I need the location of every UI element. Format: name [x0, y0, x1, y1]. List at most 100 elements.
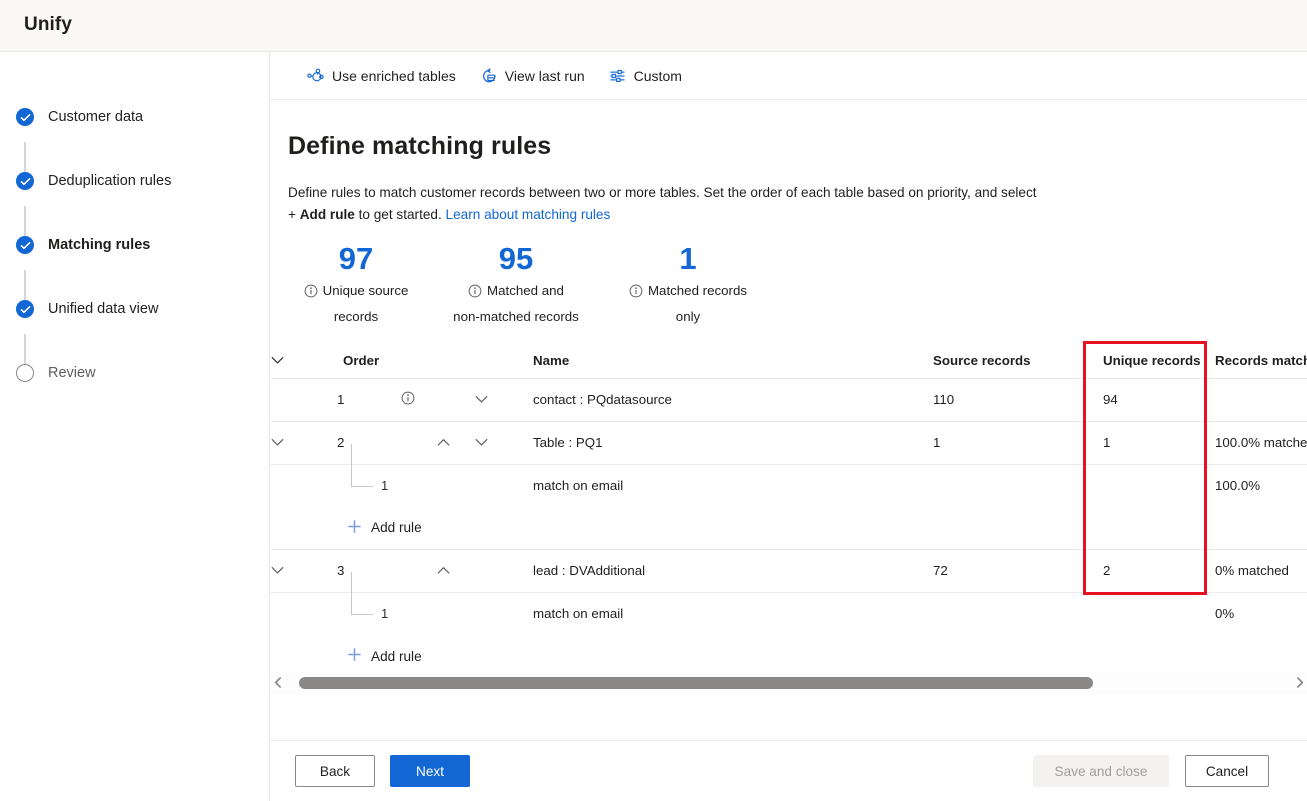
matching-rules-table: Order Name Source records Unique records…: [271, 344, 1307, 677]
add-rule-cell[interactable]: Add rule: [337, 635, 1307, 677]
subrow-order-cell: 1: [337, 571, 437, 635]
info-icon[interactable]: [401, 391, 415, 408]
stat-caption: Matched and: [424, 280, 608, 304]
sidebar-item-label: Matching rules: [48, 237, 151, 253]
chevron-down-icon[interactable]: [271, 438, 284, 447]
row-move-up-cell[interactable]: [437, 549, 475, 592]
check-circle-icon: [16, 236, 34, 254]
plus-icon: [347, 519, 362, 537]
wizard-sidebar: Customer data Deduplication rules Matchi…: [0, 52, 270, 801]
add-rule-button[interactable]: Add rule: [345, 519, 422, 537]
wizard-footer: Back Next Save and close Cancel: [271, 740, 1307, 801]
row-records-matched: 100.0% matched: [1215, 435, 1307, 450]
page-title: Define matching rules: [288, 132, 552, 160]
sidebar-item-deduplication-rules[interactable]: Deduplication rules: [0, 161, 270, 201]
sidebar-item-unified-data-view[interactable]: Unified data view: [0, 289, 270, 329]
chevron-down-icon[interactable]: [271, 566, 284, 575]
column-header-source-records[interactable]: Source records: [933, 344, 1103, 379]
row-unique-records: 94: [1103, 392, 1118, 407]
table-row[interactable]: 1 contact : PQdatasource 110 94: [271, 378, 1307, 421]
sidebar-item-matching-rules[interactable]: Matching rules: [0, 225, 270, 265]
scroll-right-arrow-icon[interactable]: [1293, 676, 1307, 690]
row-expand-cell[interactable]: [271, 549, 337, 592]
app-title: Unify: [24, 14, 72, 35]
sidebar-item-customer-data[interactable]: Customer data: [0, 97, 270, 137]
check-circle-icon: [16, 172, 34, 190]
column-header-spacer-down: [475, 344, 533, 379]
empty-circle-icon: [16, 364, 34, 382]
row-move-down-cell[interactable]: [475, 378, 533, 421]
add-rule-label: Add rule: [371, 520, 422, 536]
subrow-order: 1: [381, 477, 389, 493]
matching-rules-table-scroll-region[interactable]: Order Name Source records Unique records…: [271, 344, 1307, 684]
table-subrow[interactable]: 1 match on email 100.0%: [271, 443, 1307, 507]
subrow-source-records: [933, 464, 1103, 507]
row-name: Table : PQ1: [533, 435, 603, 450]
column-header-name[interactable]: Name: [533, 344, 933, 379]
stat-value: 95: [498, 241, 534, 276]
row-move-up-cell: [437, 378, 475, 421]
subrow-expand-cell: [271, 464, 337, 507]
page-description: Define rules to match customer records b…: [288, 182, 1040, 226]
info-icon[interactable]: [468, 283, 482, 304]
row-expand-cell[interactable]: [271, 421, 337, 464]
stat-matched-records-only: 1 Matched records only: [608, 240, 768, 327]
page-description-bold: Add rule: [299, 207, 355, 222]
cancel-button[interactable]: Cancel: [1185, 755, 1269, 787]
add-rule-button[interactable]: Add rule: [345, 647, 422, 665]
use-enriched-tables-button[interactable]: Use enriched tables: [299, 60, 464, 92]
stat-caption-line2: records: [333, 309, 379, 324]
add-rule-row[interactable]: Add rule: [271, 507, 1307, 550]
column-header-order[interactable]: Order: [337, 344, 437, 379]
horizontal-scrollbar[interactable]: [271, 672, 1307, 694]
back-button[interactable]: Back: [295, 755, 375, 787]
scrollbar-track[interactable]: [285, 677, 1293, 689]
row-info-cell: [401, 421, 437, 464]
subrow-records-matched: 100.0%: [1215, 478, 1261, 494]
wizard-step-list: Customer data Deduplication rules Matchi…: [0, 65, 270, 393]
view-last-run-label: View last run: [504, 67, 585, 84]
row-source-records: 110: [933, 392, 955, 407]
scroll-left-arrow-icon[interactable]: [271, 676, 285, 690]
row-move-down-cell: [475, 549, 533, 592]
stat-caption-line1: Unique source: [322, 283, 409, 298]
chevron-up-icon[interactable]: [437, 438, 450, 447]
scrollbar-thumb[interactable]: [299, 677, 1093, 689]
custom-button[interactable]: Custom: [601, 60, 690, 92]
table-row[interactable]: 2 Table : PQ1 1 1 100.0% matched: [271, 421, 1307, 464]
tree-connector-icon: [351, 443, 373, 487]
sidebar-item-review[interactable]: Review: [0, 353, 270, 393]
subrow-name: match on email: [533, 606, 624, 622]
chevron-down-icon[interactable]: [475, 395, 488, 404]
row-info-cell[interactable]: [401, 378, 437, 421]
subrow-spacer: [437, 464, 475, 507]
chevron-up-icon[interactable]: [437, 566, 450, 575]
learn-about-matching-rules-link[interactable]: Learn about matching rules: [446, 207, 611, 222]
subrow-source-records: [933, 592, 1103, 635]
expand-all-header[interactable]: [271, 344, 337, 379]
column-header-unique-records[interactable]: Unique records: [1103, 344, 1215, 379]
stat-matched-and-non-matched-records: 95 Matched and non-matched records: [424, 240, 608, 327]
add-rule-cell[interactable]: Add rule: [337, 507, 1307, 550]
chevron-down-icon[interactable]: [475, 438, 488, 447]
row-move-down-cell[interactable]: [475, 421, 533, 464]
row-name: contact : PQdatasource: [533, 392, 672, 407]
info-icon[interactable]: [304, 283, 318, 304]
command-bar: Use enriched tables View last run Custom: [271, 52, 1307, 100]
info-icon[interactable]: [629, 283, 643, 304]
row-move-up-cell[interactable]: [437, 421, 475, 464]
subrow-expand-cell: [271, 592, 337, 635]
stat-value: 97: [338, 241, 374, 276]
view-last-run-button[interactable]: View last run: [472, 60, 593, 92]
table-subrow[interactable]: 1 match on email 0%: [271, 571, 1307, 635]
table-row[interactable]: 3 lead : DVAdditional 72 2 0% matched: [271, 549, 1307, 592]
add-rule-row[interactable]: Add rule: [271, 635, 1307, 677]
next-button[interactable]: Next: [390, 755, 470, 787]
plus-icon: [347, 647, 362, 665]
app-header: Unify: [0, 0, 1307, 52]
row-unique-records: 1: [1103, 435, 1111, 450]
stat-caption: Matched records: [608, 280, 768, 304]
stat-value: 1: [679, 241, 697, 276]
column-header-records-matched[interactable]: Records matched: [1215, 344, 1307, 379]
chevron-down-icon[interactable]: [271, 356, 284, 365]
